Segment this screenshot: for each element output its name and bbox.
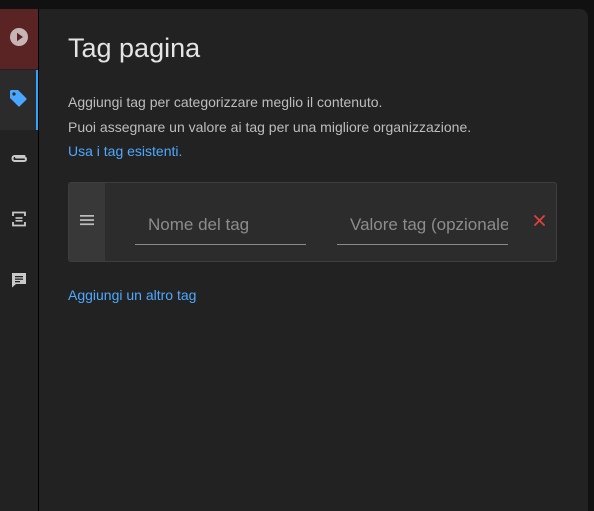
sidebar-item-attachments[interactable] [0, 130, 38, 191]
tag-value-input[interactable] [337, 205, 508, 245]
sidebar-item-play[interactable] [0, 9, 38, 69]
remove-tag-button[interactable] [529, 212, 549, 232]
play-circle-icon [9, 27, 29, 52]
add-tag-link[interactable]: Aggiungi un altro tag [68, 287, 196, 303]
sidebar-rail [0, 9, 39, 511]
tag-icon [8, 88, 28, 113]
drag-handle[interactable] [69, 183, 105, 261]
tag-value-field-wrapper [337, 183, 508, 261]
drag-handle-icon [80, 213, 94, 231]
page-title: Tag pagina [68, 33, 201, 63]
use-existing-tags-link[interactable]: Usa i tag esistenti. [68, 143, 182, 159]
tag-row [68, 182, 557, 262]
tag-name-input[interactable] [135, 205, 306, 245]
close-icon [533, 213, 545, 231]
description-line-1: Aggiungi tag per categorizzare meglio il… [68, 94, 383, 110]
sidebar-item-tags[interactable] [0, 70, 38, 130]
template-icon [9, 209, 29, 234]
tag-name-field-wrapper [135, 183, 306, 261]
sidebar-item-comments[interactable] [0, 252, 38, 313]
sidebar-item-templates[interactable] [0, 191, 38, 252]
app-window: Tag pagina Aggiungi tag per categorizzar… [0, 0, 594, 511]
paperclip-icon [9, 148, 29, 173]
tags-panel: Tag pagina Aggiungi tag per categorizzar… [39, 9, 588, 511]
description-line-2: Puoi assegnare un valore ai tag per una … [68, 119, 472, 135]
comment-icon [9, 270, 29, 295]
